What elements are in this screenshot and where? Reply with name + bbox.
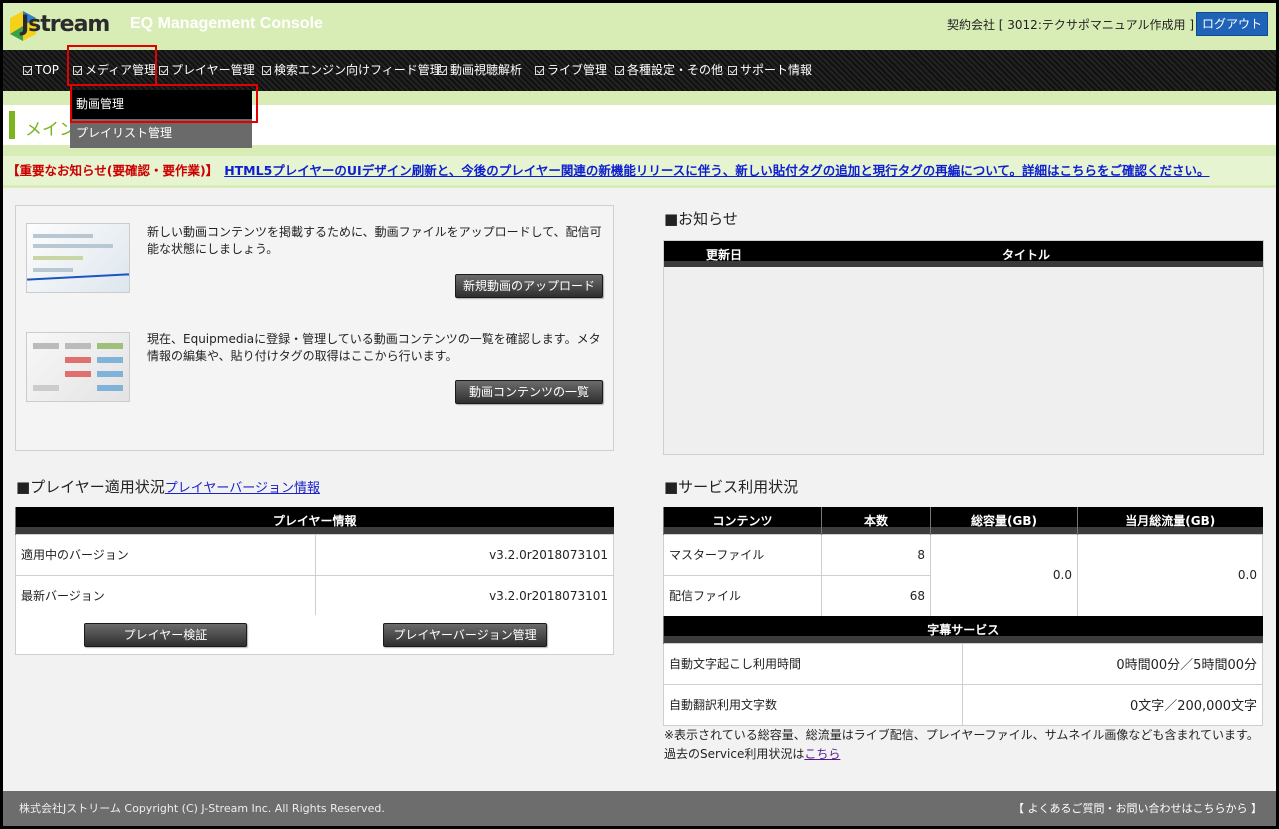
checkbox-icon bbox=[438, 66, 447, 75]
nav-item-media[interactable]: メディア管理 bbox=[73, 50, 156, 91]
table-row: 最新バージョン v3.2.0r2018073101 bbox=[15, 574, 614, 617]
nav-item-player[interactable]: プレイヤー管理 bbox=[159, 50, 255, 91]
nav-item-feed[interactable]: 検索エンジン向けフィード管理 bbox=[262, 50, 442, 91]
jstream-logo[interactable]: Jstream bbox=[7, 8, 119, 46]
past-usage-label: 過去のService利用状況は bbox=[664, 747, 805, 761]
dropdown-item-playlist[interactable]: プレイリスト管理 bbox=[70, 119, 252, 148]
subtitle-header: 字幕サービス bbox=[663, 616, 1263, 643]
notice-label: 【重要なお知らせ(要確認・要作業)】 bbox=[7, 163, 219, 178]
checkbox-icon bbox=[159, 66, 168, 75]
row-label: 自動文字起こし利用時間 bbox=[663, 642, 963, 685]
news-table-header: 更新日 タイトル bbox=[664, 241, 1263, 267]
nav-item-live[interactable]: ライブ管理 bbox=[535, 50, 607, 91]
logout-button[interactable]: ログアウト bbox=[1196, 12, 1268, 36]
table-row: 自動文字起こし利用時間 0時間00分／5時間00分 bbox=[663, 642, 1263, 685]
service-usage-table: コンテンツ 本数 総容量(GB) 当月総流量(GB) マスターファイル 8 0.… bbox=[663, 507, 1263, 617]
row-label: 適用中のバージョン bbox=[15, 533, 316, 576]
past-usage-link[interactable]: こちら bbox=[804, 747, 840, 761]
checkbox-icon bbox=[23, 66, 32, 75]
table-row: 適用中のバージョン v3.2.0r2018073101 bbox=[15, 533, 614, 576]
col-capacity: 総容量(GB) bbox=[930, 507, 1078, 534]
heading-accent bbox=[9, 111, 15, 139]
news-col-date: 更新日 bbox=[706, 248, 743, 262]
app-window: Jstream EQ Management Console 契約会社 [ 301… bbox=[3, 3, 1276, 826]
main-content: 新しい動画コンテンツを掲載するために、動画ファイルをアップロードして、配信可能な… bbox=[3, 188, 1276, 791]
current-version-value: v3.2.0r2018073101 bbox=[315, 533, 614, 576]
checkbox-icon bbox=[615, 66, 624, 75]
nav-label: 検索エンジン向けフィード管理 bbox=[274, 63, 442, 77]
player-verify-button[interactable]: プレイヤー検証 bbox=[84, 623, 247, 647]
nav-label: 動画視聴解析 bbox=[450, 63, 523, 77]
checkbox-icon bbox=[73, 66, 82, 75]
total-capacity: 0.0 bbox=[930, 533, 1078, 617]
player-version-link[interactable]: プレイヤーバージョン情報 bbox=[165, 481, 320, 496]
nav-item-top[interactable]: TOP bbox=[23, 50, 59, 91]
player-info-table: プレイヤー情報 適用中のバージョン v3.2.0r2018073101 最新バー… bbox=[15, 507, 614, 617]
subtitle-service-table: 字幕サービス 自動文字起こし利用時間 0時間00分／5時間00分 自動翻訳利用文… bbox=[663, 616, 1263, 726]
player-version-manage-button[interactable]: プレイヤーバージョン管理 bbox=[383, 623, 547, 647]
logo-text: Jstream bbox=[21, 12, 110, 37]
main-nav: TOP メディア管理 プレイヤー管理 検索エンジン向けフィード管理 動画視聴解析… bbox=[3, 45, 1276, 91]
col-contents: コンテンツ bbox=[663, 507, 822, 534]
translation-chars-value: 0文字／200,000文字 bbox=[962, 683, 1263, 726]
content-list-button[interactable]: 動画コンテンツの一覧 bbox=[455, 380, 603, 404]
upload-description: 新しい動画コンテンツを掲載するために、動画ファイルをアップロードして、配信可能な… bbox=[147, 225, 602, 256]
upload-thumbnail bbox=[26, 223, 130, 293]
col-traffic: 当月総流量(GB) bbox=[1077, 507, 1263, 534]
latest-version-value: v3.2.0r2018073101 bbox=[315, 574, 614, 617]
row-label: 自動翻訳利用文字数 bbox=[663, 683, 963, 726]
nav-label: TOP bbox=[35, 63, 60, 77]
copyright: 株式会社Jストリーム Copyright (C) J-Stream Inc. A… bbox=[19, 802, 385, 815]
notice-link[interactable]: HTML5プレイヤーのUIデザイン刷新と、今後のプレイヤー関連の新機能リリースに… bbox=[224, 163, 1209, 178]
usage-note: ※表示されている総容量、総流量はライブ配信、プレイヤーファイル、サムネイル画像な… bbox=[664, 726, 1259, 764]
checkbox-icon bbox=[262, 66, 271, 75]
col-count: 本数 bbox=[821, 507, 931, 534]
nav-label: プレイヤー管理 bbox=[171, 63, 255, 77]
nav-label: ライブ管理 bbox=[547, 63, 608, 77]
header: Jstream EQ Management Console 契約会社 [ 301… bbox=[3, 3, 1276, 50]
nav-item-analytics[interactable]: 動画視聴解析 bbox=[438, 50, 522, 91]
company-info: 契約会社 [ 3012:テクサポマニュアル作成用 ] bbox=[946, 18, 1194, 32]
master-count: 8 bbox=[821, 533, 931, 576]
row-label: 最新バージョン bbox=[15, 574, 316, 617]
transcription-time-value: 0時間00分／5時間00分 bbox=[962, 642, 1263, 685]
upload-video-button[interactable]: 新規動画のアップロード bbox=[455, 274, 603, 298]
player-status-label: ■プレイヤー適用状況 bbox=[16, 478, 165, 496]
page-title: メイン bbox=[25, 120, 76, 140]
player-info-header: プレイヤー情報 bbox=[15, 507, 614, 534]
dropdown-item-video[interactable]: 動画管理 bbox=[70, 90, 252, 119]
service-status-title: ■サービス利用状況 bbox=[664, 478, 799, 496]
table-row: 自動翻訳利用文字数 0文字／200,000文字 bbox=[663, 683, 1263, 726]
usage-note-text: ※表示されている総容量、総流量はライブ配信、プレイヤーファイル、サムネイル画像な… bbox=[664, 728, 1259, 742]
delivery-count: 68 bbox=[821, 574, 931, 617]
media-dropdown-menu: 動画管理 プレイリスト管理 bbox=[70, 90, 252, 148]
upload-panel: 新しい動画コンテンツを掲載するために、動画ファイルをアップロードして、配信可能な… bbox=[15, 205, 614, 451]
nav-label: 各種設定・その他 bbox=[627, 63, 724, 77]
nav-label: サポート情報 bbox=[740, 63, 813, 77]
checkbox-icon bbox=[728, 66, 737, 75]
monthly-traffic: 0.0 bbox=[1077, 533, 1263, 617]
news-panel: 更新日 タイトル bbox=[663, 240, 1264, 455]
checkbox-icon bbox=[535, 66, 544, 75]
footer: 株式会社Jストリーム Copyright (C) J-Stream Inc. A… bbox=[3, 791, 1276, 826]
news-col-title: タイトル bbox=[1002, 248, 1051, 262]
table-row: マスターファイル 8 0.0 0.0 bbox=[663, 533, 1263, 617]
important-notice: 【重要なお知らせ(要確認・要作業)】 HTML5プレイヤーのUIデザイン刷新と、今… bbox=[3, 156, 1276, 185]
player-status-title: ■プレイヤー適用状況プレイヤーバージョン情報 bbox=[16, 476, 320, 497]
nav-label: メディア管理 bbox=[85, 63, 157, 77]
row-label: 配信ファイル bbox=[663, 574, 822, 617]
app-title: EQ Management Console bbox=[130, 15, 323, 32]
news-title: ■お知らせ bbox=[664, 210, 738, 228]
player-button-row: プレイヤー検証 プレイヤーバージョン管理 bbox=[15, 615, 614, 655]
nav-item-settings[interactable]: 各種設定・その他 bbox=[615, 50, 723, 91]
nav-item-support[interactable]: サポート情報 bbox=[728, 50, 812, 91]
content-list-thumbnail bbox=[26, 332, 130, 402]
row-label: マスターファイル bbox=[663, 533, 822, 576]
faq-contact-link[interactable]: 【 よくあるご質問・お問い合わせはこちらから 】 bbox=[1013, 791, 1262, 826]
content-list-description: 現在、Equipmediaに登録・管理している動画コンテンツの一覧を確認します。… bbox=[147, 332, 601, 363]
